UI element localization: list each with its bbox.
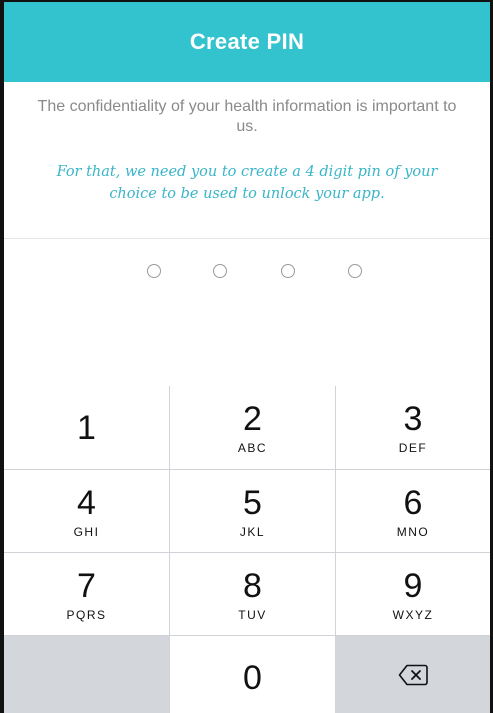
pin-indicator — [4, 264, 490, 288]
pin-dot-3 — [281, 264, 295, 278]
key-5[interactable]: 5 JKL — [170, 470, 336, 553]
key-3[interactable]: 3 DEF — [336, 386, 490, 470]
key-8-letters: TUV — [238, 608, 267, 622]
key-3-digit: 3 — [403, 400, 423, 438]
key-2-letters: ABC — [237, 441, 268, 455]
key-1-digit: 1 — [77, 409, 96, 447]
intro-section: The confidentiality of your health infor… — [4, 82, 490, 239]
key-1[interactable]: 1 — [4, 386, 170, 470]
delete-button[interactable] — [336, 636, 490, 713]
key-5-digit: 5 — [243, 484, 262, 522]
key-0-digit: 0 — [243, 659, 262, 697]
page-title: Create PIN — [189, 29, 305, 54]
key-4[interactable]: 4 GHI — [4, 470, 170, 553]
key-4-letters: GHI — [73, 525, 100, 539]
key-9[interactable]: 9 WXYZ — [336, 553, 490, 636]
numeric-keypad: 1 2 ABC 3 DEF 4 GHI 5 JKL 6 MNO 7 PQRS 8 — [4, 386, 490, 713]
key-8[interactable]: 8 TUV — [170, 553, 336, 636]
phone-screen: Create PIN The confidentiality of your h… — [0, 0, 493, 713]
pin-dot-4 — [348, 264, 362, 278]
key-7-letters: PQRS — [66, 608, 107, 622]
pin-dot-2 — [213, 264, 227, 278]
key-2-digit: 2 — [243, 400, 262, 438]
key-6[interactable]: 6 MNO — [336, 470, 490, 553]
key-9-letters: WXYZ — [392, 608, 434, 622]
pin-dot-1 — [147, 264, 161, 278]
key-0[interactable]: 0 — [170, 636, 336, 713]
key-2[interactable]: 2 ABC — [170, 386, 336, 470]
blank-key — [4, 636, 170, 713]
backspace-icon — [398, 664, 428, 686]
header-bar: Create PIN — [4, 2, 490, 82]
key-8-digit: 8 — [243, 567, 262, 605]
pin-instruction-text: For that, we need you to create a 4 digi… — [56, 164, 438, 202]
key-3-letters: DEF — [398, 441, 428, 455]
key-7[interactable]: 7 PQRS — [4, 553, 170, 636]
key-9-digit: 9 — [403, 567, 423, 605]
key-4-digit: 4 — [77, 484, 96, 522]
confidentiality-text: The confidentiality of your health infor… — [37, 98, 457, 135]
key-6-digit: 6 — [403, 484, 423, 522]
key-5-letters: JKL — [239, 525, 266, 539]
key-6-letters: MNO — [396, 525, 430, 539]
key-7-digit: 7 — [77, 567, 96, 605]
